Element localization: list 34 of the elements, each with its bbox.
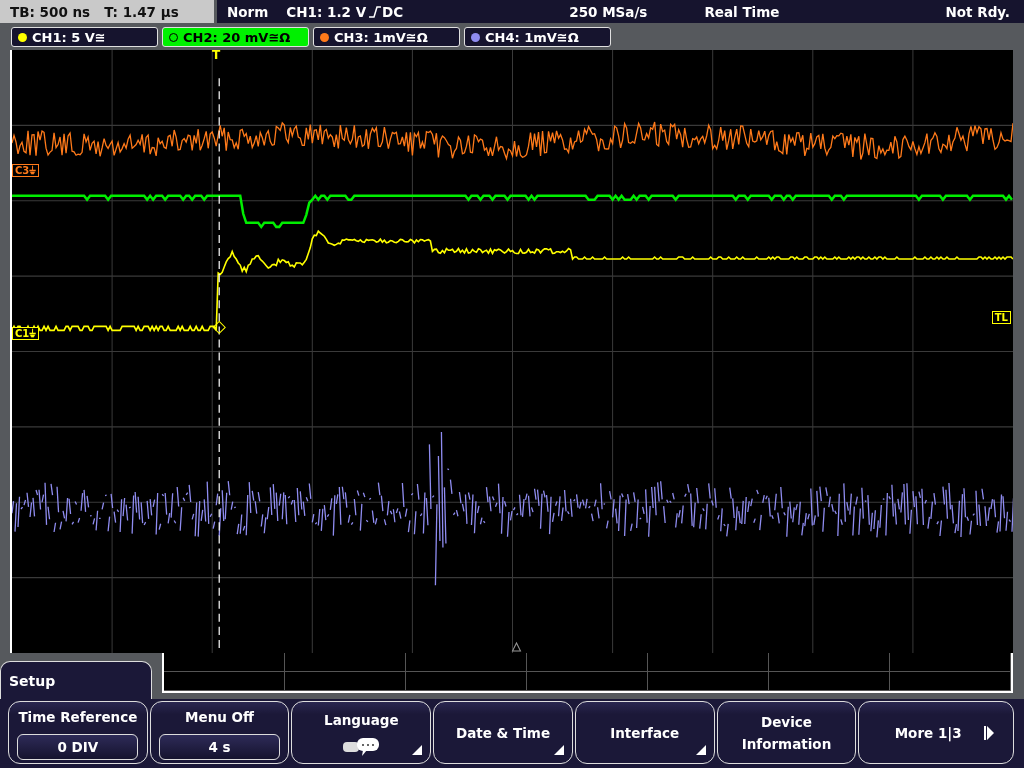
trigger-time-text: T: 1.47 µs bbox=[104, 3, 179, 20]
softkey[interactable]: Interface bbox=[574, 701, 715, 764]
trigger-marker[interactable]: T bbox=[210, 50, 223, 61]
value-button[interactable]: 4 s bbox=[159, 733, 281, 760]
submenu-icon bbox=[553, 745, 564, 755]
submenu-icon bbox=[695, 745, 706, 755]
softkey[interactable]: Date & Time bbox=[433, 701, 573, 764]
status-text: Not Rdy. bbox=[945, 3, 1010, 20]
softkey[interactable]: Device Information bbox=[716, 701, 857, 764]
rising-edge-icon bbox=[369, 5, 382, 18]
trigger-mode-text: Norm bbox=[227, 3, 269, 20]
coupling-text: DC bbox=[382, 3, 404, 20]
softkey[interactable]: Language bbox=[291, 701, 432, 764]
trigger-level-marker[interactable]: TL bbox=[991, 311, 1011, 324]
next-page-icon bbox=[983, 725, 994, 740]
channel-marker[interactable]: C3⏚ bbox=[12, 164, 40, 177]
channel-tab[interactable]: CH4: 1mV≅Ω bbox=[464, 27, 611, 47]
submenu-icon bbox=[412, 745, 423, 755]
trigger-level-text: CH1: 1.2 V bbox=[286, 3, 367, 20]
center-marker-icon bbox=[512, 642, 521, 652]
value-button[interactable]: 0 DIV bbox=[17, 733, 139, 760]
softkey[interactable]: More 1|3 bbox=[858, 701, 1015, 764]
acquisition-text: Real Time bbox=[704, 3, 780, 20]
channel-marker[interactable]: C1⏚ bbox=[12, 327, 40, 340]
channel-tab[interactable]: CH2: 20 mV≅Ω bbox=[162, 27, 309, 47]
softkey[interactable]: Time Reference 0 DIV bbox=[8, 701, 148, 764]
sample-rate-text: 250 MSa/s bbox=[569, 3, 648, 20]
menu-title: Setup bbox=[0, 661, 152, 699]
speech-bubbles-icon bbox=[341, 736, 382, 757]
channel-tab[interactable]: CH3: 1mV≅Ω bbox=[313, 27, 460, 47]
softkey[interactable]: Menu Off 4 s bbox=[149, 701, 290, 764]
timebase-text: TB: 500 ns bbox=[10, 3, 91, 20]
trigger-point-icon bbox=[212, 320, 226, 334]
channel-tab[interactable]: CH1: 5 V≅ bbox=[11, 27, 158, 47]
